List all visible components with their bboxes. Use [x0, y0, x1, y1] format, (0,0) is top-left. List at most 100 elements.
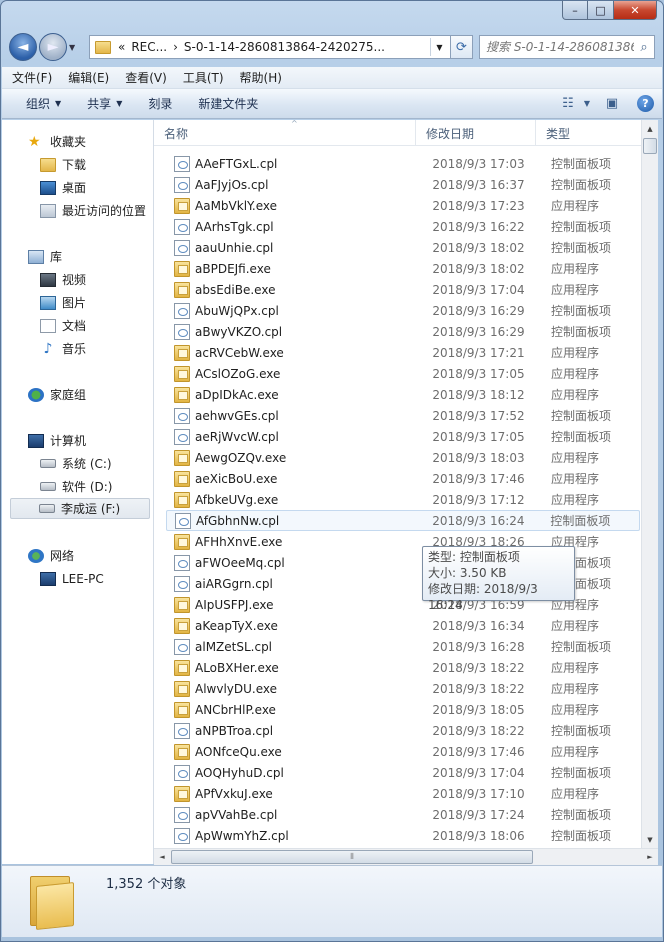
search-box[interactable]: ⌕ [479, 35, 655, 59]
scroll-up-icon[interactable]: ▲ [642, 120, 658, 137]
nav-item-drive-f[interactable]: 李成运 (F:) [10, 498, 150, 519]
burn-button[interactable]: 刻录 [148, 95, 172, 112]
minimize-button[interactable]: – [562, 1, 588, 20]
nav-item-drive-c[interactable]: 系统 (C:) [40, 453, 112, 474]
file-row[interactable]: apVVahBe.cpl 2018/9/3 17:24 控制面板项 [166, 804, 640, 825]
nav-item-drive-d[interactable]: 软件 (D:) [40, 476, 112, 497]
file-row[interactable]: acRVCebW.exe 2018/9/3 17:21 应用程序 [166, 342, 640, 363]
application-file-icon [174, 701, 190, 718]
share-button[interactable]: 共享 ▼ [87, 95, 122, 112]
back-arrow-icon[interactable]: ◄ [9, 33, 37, 61]
file-row[interactable]: aBPDEJfi.exe 2018/9/3 18:02 应用程序 [166, 258, 640, 279]
nav-item-recent-places[interactable]: 最近访问的位置 [40, 200, 146, 221]
file-name: alMZetSL.cpl [195, 639, 273, 654]
file-row[interactable]: aeXicBoU.exe 2018/9/3 17:46 应用程序 [166, 468, 640, 489]
control-panel-file-icon [174, 554, 190, 571]
control-panel-file-icon [174, 764, 190, 781]
preview-pane-icon[interactable]: ▣ [601, 93, 623, 113]
file-row[interactable]: AOQHyhuD.cpl 2018/9/3 17:04 控制面板项 [166, 762, 640, 783]
nav-item-lee-pc[interactable]: LEE-PC [40, 568, 104, 589]
column-header-date[interactable]: 修改日期 [416, 120, 536, 146]
nav-item-pictures[interactable]: 图片 [40, 292, 86, 313]
file-row[interactable]: alMZetSL.cpl 2018/9/3 16:28 控制面板项 [166, 636, 640, 657]
address-separator[interactable]: › [170, 40, 181, 54]
vertical-scrollbar[interactable]: ▲ ▼ [641, 120, 658, 848]
view-options-icon[interactable]: ☷ [557, 93, 579, 113]
file-row[interactable]: AlwvlyDU.exe 2018/9/3 18:22 应用程序 [166, 678, 640, 699]
scroll-left-icon[interactable]: ◄ [154, 849, 170, 865]
scroll-down-icon[interactable]: ▼ [642, 831, 658, 848]
file-row[interactable]: aehwvGEs.cpl 2018/9/3 17:52 控制面板项 [166, 405, 640, 426]
file-row[interactable]: aBwyVKZO.cpl 2018/9/3 16:29 控制面板项 [166, 321, 640, 342]
search-input[interactable] [480, 40, 634, 54]
nav-homegroup[interactable]: 家庭组 [28, 384, 86, 405]
menu-edit[interactable]: 编辑(E) [68, 69, 109, 86]
address-segment-recycler[interactable]: REC... [128, 40, 170, 54]
file-row[interactable]: AArhsTgk.cpl 2018/9/3 16:22 控制面板项 [166, 216, 640, 237]
column-header-name[interactable]: 名称 [154, 120, 416, 146]
downloads-folder-icon [40, 157, 56, 172]
menu-file[interactable]: 文件(F) [12, 69, 52, 86]
refresh-icon[interactable]: ⟳ [451, 35, 473, 59]
file-row[interactable]: ANCbrHlP.exe 2018/9/3 18:05 应用程序 [166, 699, 640, 720]
file-row[interactable]: ALoBXHer.exe 2018/9/3 18:22 应用程序 [166, 657, 640, 678]
recent-pages-dropdown-icon[interactable]: ▼ [69, 43, 83, 52]
nav-item-desktop[interactable]: 桌面 [40, 177, 86, 198]
menu-view[interactable]: 查看(V) [125, 69, 167, 86]
nav-item-music[interactable]: ♪ 音乐 [40, 338, 86, 359]
address-bar[interactable]: « REC... › S-0-1-14-2860813864-2420275..… [89, 35, 451, 59]
close-button[interactable]: ✕ [614, 1, 657, 20]
file-row[interactable]: AfGbhnNw.cpl 2018/9/3 16:24 控制面板项 [166, 510, 640, 531]
control-panel-file-icon [174, 722, 190, 739]
file-row[interactable]: absEdiBe.exe 2018/9/3 17:04 应用程序 [166, 279, 640, 300]
vertical-scroll-thumb[interactable] [643, 138, 657, 154]
file-name: aKeapTyX.exe [195, 618, 278, 633]
address-segment-sid[interactable]: S-0-1-14-2860813864-2420275... [181, 40, 388, 54]
file-row[interactable]: AaMbVklY.exe 2018/9/3 17:23 应用程序 [166, 195, 640, 216]
file-row[interactable]: aauUnhie.cpl 2018/9/3 18:02 控制面板项 [166, 237, 640, 258]
maximize-button[interactable]: □ [588, 1, 614, 20]
file-row[interactable]: AaFJyjOs.cpl 2018/9/3 16:37 控制面板项 [166, 174, 640, 195]
column-header-type[interactable]: 类型 [536, 120, 641, 146]
file-row[interactable]: ApWwmYhZ.cpl 2018/9/3 18:06 控制面板项 [166, 825, 640, 846]
file-row[interactable]: aDpIDkAc.exe 2018/9/3 18:12 应用程序 [166, 384, 640, 405]
search-icon[interactable]: ⌕ [634, 40, 654, 55]
file-row[interactable]: AewgOZQv.exe 2018/9/3 18:03 应用程序 [166, 447, 640, 468]
file-row[interactable]: aKeapTyX.exe 2018/9/3 16:34 应用程序 [166, 615, 640, 636]
menu-help[interactable]: 帮助(H) [240, 69, 282, 86]
nav-libraries[interactable]: 库 [28, 246, 62, 267]
file-row[interactable]: aNPBTroa.cpl 2018/9/3 18:22 控制面板项 [166, 720, 640, 741]
file-row[interactable]: AAeFTGxL.cpl 2018/9/3 17:03 控制面板项 [166, 153, 640, 174]
horizontal-scrollbar[interactable]: ◄ ⦀ ► [154, 848, 658, 865]
chevron-down-icon[interactable]: ▼ [581, 93, 593, 113]
nav-item-downloads[interactable]: 下载 [40, 154, 86, 175]
control-panel-file-icon [174, 827, 190, 844]
nav-favorites[interactable]: ★ 收藏夹 [28, 131, 86, 152]
file-row[interactable]: APfVxkuJ.exe 2018/9/3 17:10 应用程序 [166, 783, 640, 804]
file-row[interactable]: AONfceQu.exe 2018/9/3 17:46 应用程序 [166, 741, 640, 762]
file-date: 2018/9/3 17:21 [432, 345, 525, 360]
file-type: 控制面板项 [551, 304, 612, 318]
application-file-icon [174, 470, 190, 487]
nav-item-label: 视频 [62, 273, 87, 287]
scroll-right-icon[interactable]: ► [642, 849, 658, 865]
file-row[interactable]: aeRjWvcW.cpl 2018/9/3 17:05 控制面板项 [166, 426, 640, 447]
nav-computer[interactable]: 计算机 [28, 430, 86, 451]
forward-arrow-icon[interactable]: ► [39, 33, 67, 61]
new-folder-button[interactable]: 新建文件夹 [198, 95, 258, 112]
menu-tools[interactable]: 工具(T) [183, 69, 224, 86]
address-overflow[interactable]: « [115, 40, 128, 54]
file-date: 2018/9/3 17:05 [432, 429, 525, 444]
organize-button[interactable]: 组织 ▼ [26, 95, 61, 112]
address-dropdown-icon[interactable]: ▼ [430, 38, 448, 56]
nav-item-videos[interactable]: 视频 [40, 269, 86, 290]
help-icon[interactable]: ? [637, 94, 654, 112]
horizontal-scroll-thumb[interactable]: ⦀ [171, 850, 533, 864]
application-file-icon [174, 659, 190, 676]
file-row[interactable]: ACslOZoG.exe 2018/9/3 17:05 应用程序 [166, 363, 640, 384]
file-type: 控制面板项 [551, 640, 612, 654]
file-row[interactable]: AfbkeUVg.exe 2018/9/3 17:12 应用程序 [166, 489, 640, 510]
nav-network[interactable]: 网络 [28, 545, 74, 566]
nav-item-documents[interactable]: 文档 [40, 315, 86, 336]
file-row[interactable]: AbuWjQPx.cpl 2018/9/3 16:29 控制面板项 [166, 300, 640, 321]
